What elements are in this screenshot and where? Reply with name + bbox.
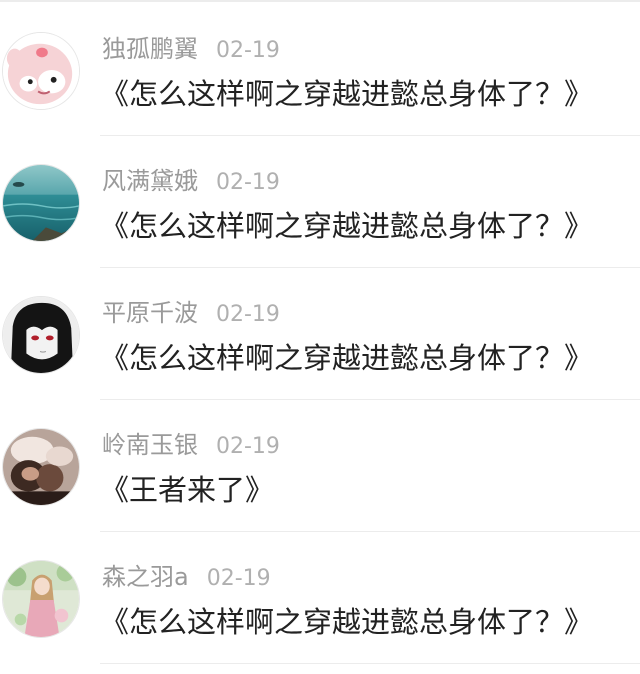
people-photo-avatar-icon[interactable] bbox=[2, 428, 80, 506]
comment-meta: 森之羽a 02-19 bbox=[102, 562, 271, 592]
comment-text: 《王者来了》 bbox=[100, 473, 275, 507]
comment-date: 02-19 bbox=[216, 170, 280, 195]
comment-meta: 风满黛娥 02-19 bbox=[102, 166, 280, 196]
comment-item: 平原千波 02-19 《怎么这样啊之穿越进懿总身体了？》 bbox=[0, 268, 640, 400]
comment-item: 独孤鹏翼 02-19 《怎么这样啊之穿越进懿总身体了？》 bbox=[0, 4, 640, 136]
username[interactable]: 风满黛娥 bbox=[102, 167, 198, 195]
comment-meta: 岭南玉银 02-19 bbox=[102, 430, 280, 460]
pink-cartoon-face-avatar-icon[interactable] bbox=[2, 32, 80, 110]
comment-date: 02-19 bbox=[206, 566, 271, 591]
comment-divider bbox=[100, 663, 640, 664]
comment-text: 《怎么这样啊之穿越进懿总身体了？》 bbox=[100, 341, 594, 375]
comment-item: 森之羽a 02-19 《怎么这样啊之穿越进懿总身体了？》 bbox=[0, 532, 640, 664]
comment-text: 《怎么这样啊之穿越进懿总身体了？》 bbox=[100, 77, 594, 111]
comment-date: 02-19 bbox=[216, 38, 280, 63]
username[interactable]: 岭南玉银 bbox=[102, 431, 198, 459]
top-divider bbox=[0, 0, 640, 2]
comment-text: 《怎么这样啊之穿越进懿总身体了？》 bbox=[100, 605, 594, 639]
username[interactable]: 森之羽a bbox=[102, 563, 189, 591]
username[interactable]: 平原千波 bbox=[102, 299, 198, 327]
comment-date: 02-19 bbox=[216, 434, 280, 459]
comment-meta: 平原千波 02-19 bbox=[102, 298, 280, 328]
comment-date: 02-19 bbox=[216, 302, 280, 327]
dark-haired-anime-avatar-icon[interactable] bbox=[2, 296, 80, 374]
girl-illustration-avatar-icon[interactable] bbox=[2, 560, 80, 638]
comment-item: 风满黛娥 02-19 《怎么这样啊之穿越进懿总身体了？》 bbox=[0, 136, 640, 268]
comment-meta: 独孤鹏翼 02-19 bbox=[102, 34, 280, 64]
sea-landscape-avatar-icon[interactable] bbox=[2, 164, 80, 242]
comment-text: 《怎么这样啊之穿越进懿总身体了？》 bbox=[100, 209, 594, 243]
comment-item: 岭南玉银 02-19 《王者来了》 bbox=[0, 400, 640, 532]
username[interactable]: 独孤鹏翼 bbox=[102, 35, 198, 63]
